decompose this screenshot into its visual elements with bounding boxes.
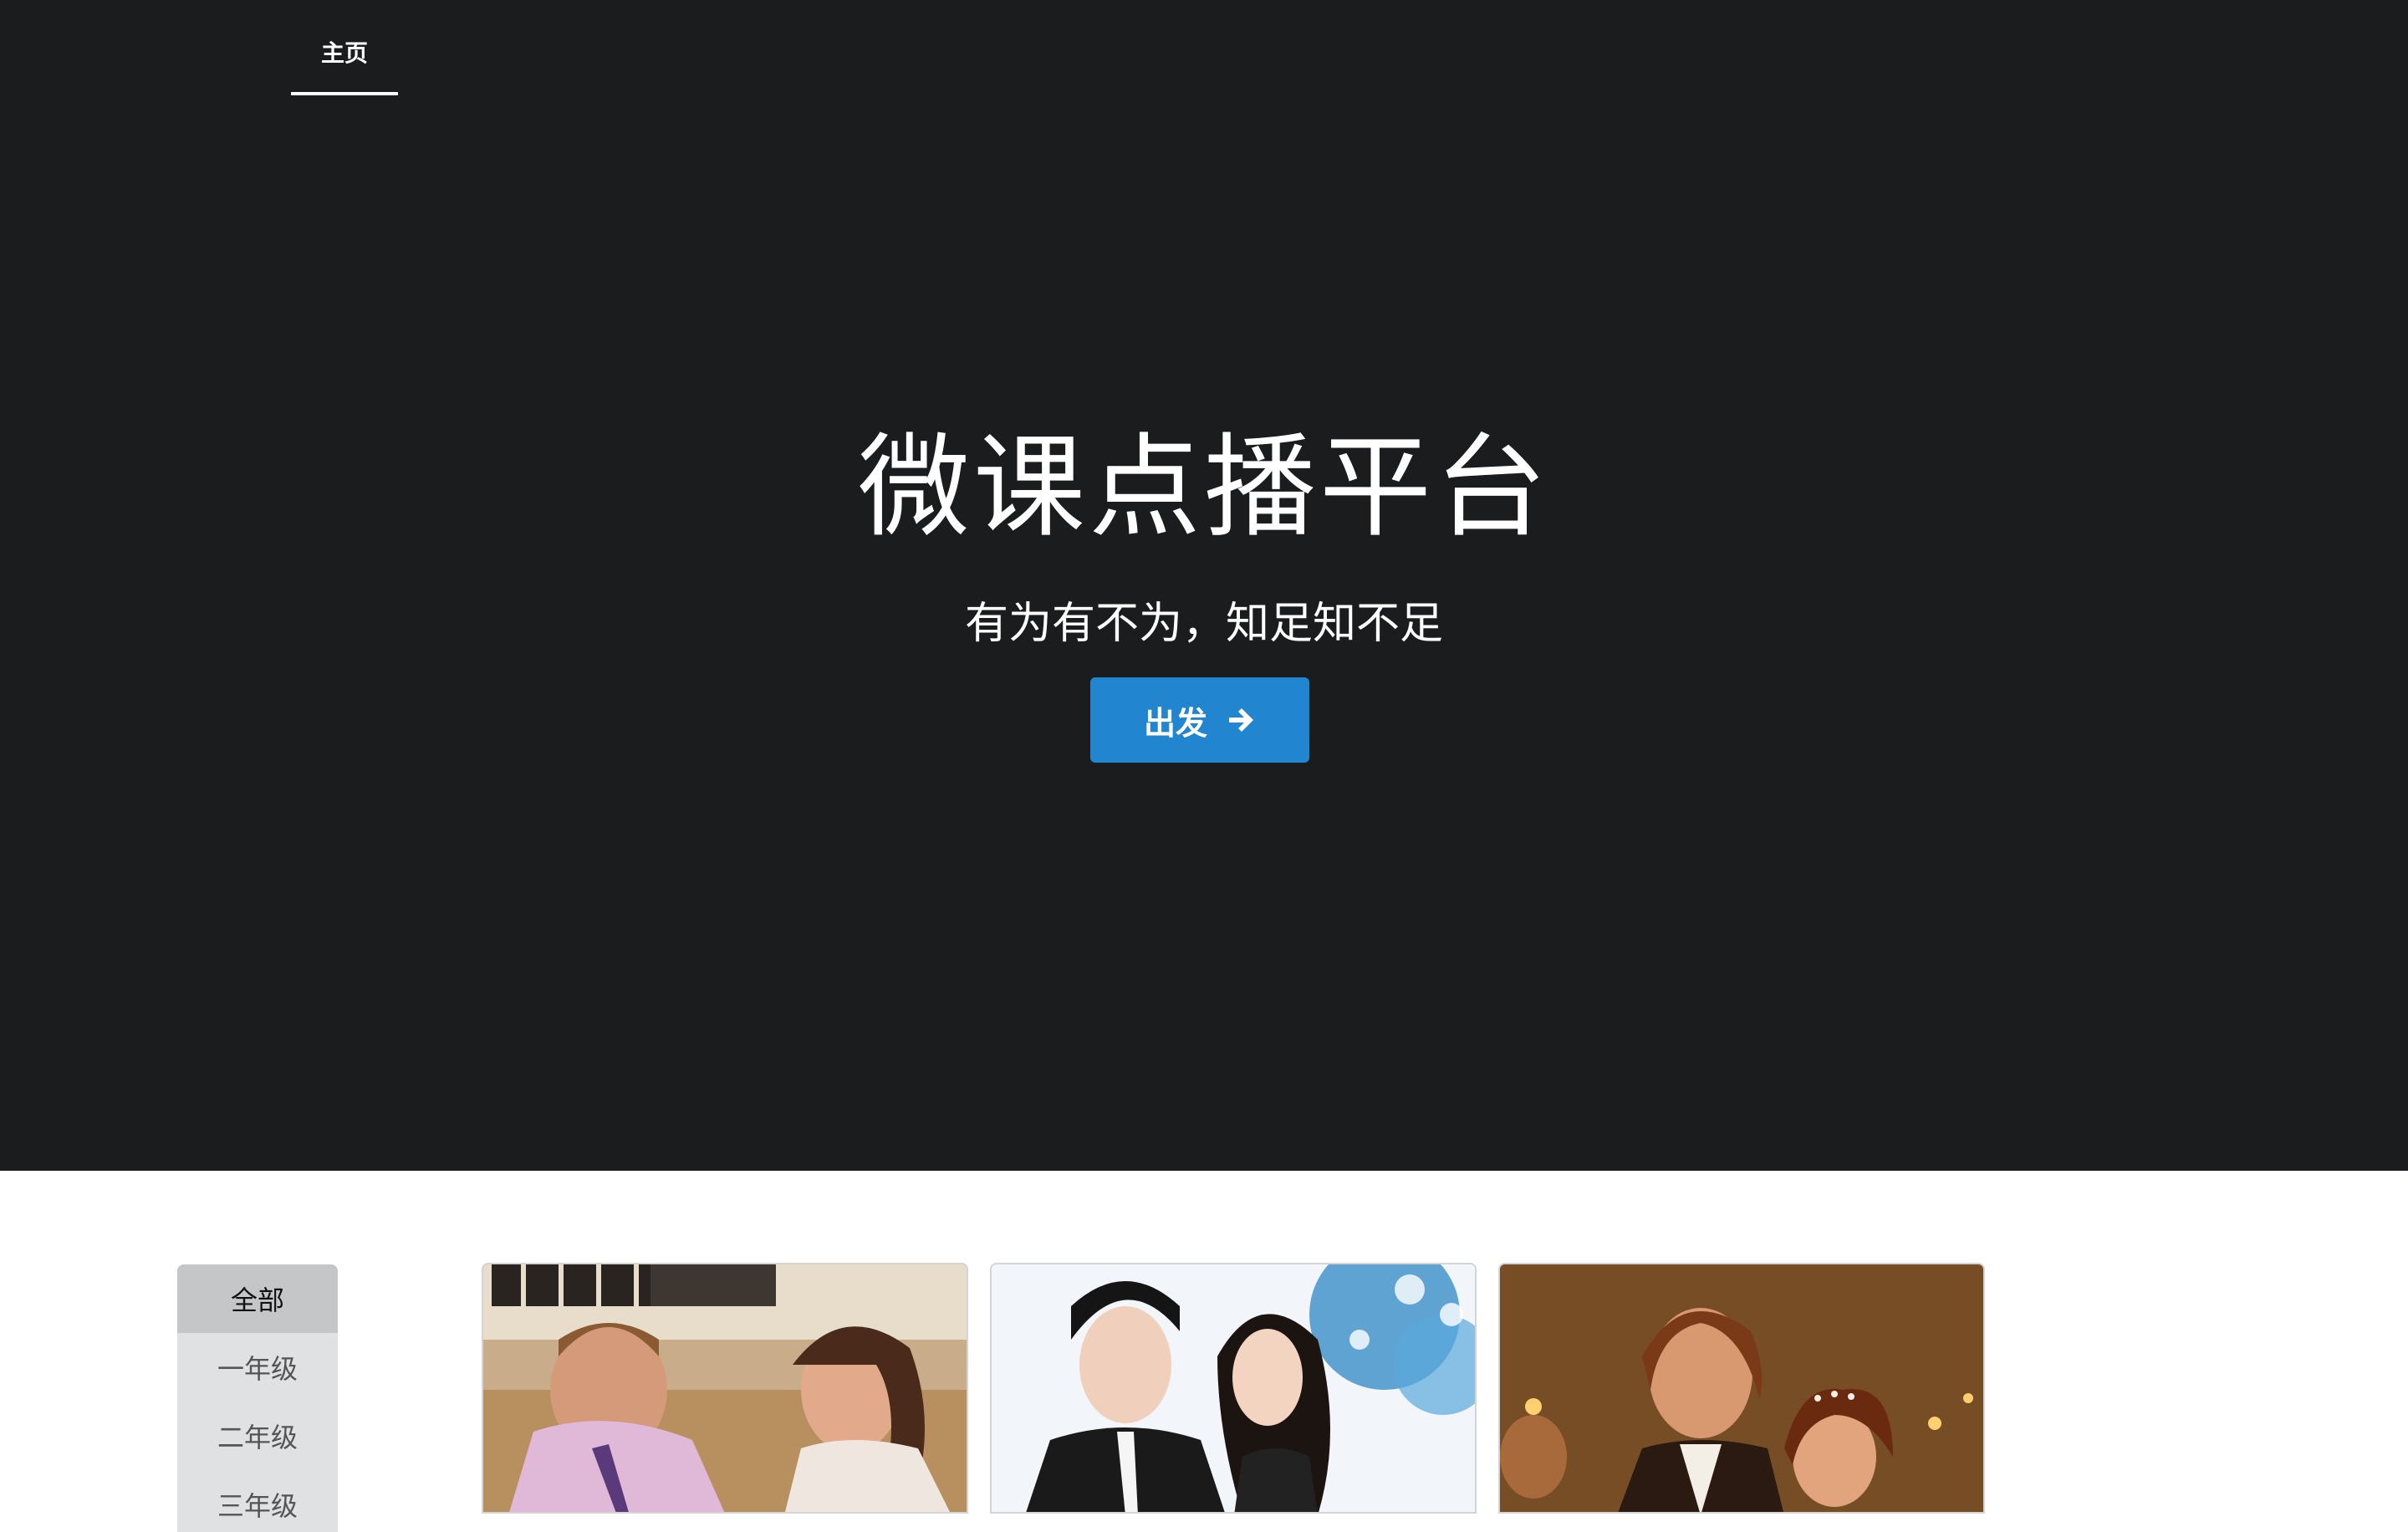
arrow-right-icon [1226,705,1256,735]
grade-filter-grade-1[interactable]: 一年级 [177,1333,338,1402]
grade-filter-label: 一年级 [217,1353,298,1385]
grade-filter-all[interactable]: 全部 [177,1264,338,1333]
grade-filter-label: 三年级 [217,1490,298,1522]
grade-filter-label: 全部 [230,1284,284,1316]
course-thumbnail-2 [992,1264,1475,1512]
nav-tab-home-label: 主页 [320,39,368,67]
grade-filter-label: 二年级 [217,1422,298,1453]
grade-filter-grade-2[interactable]: 二年级 [177,1402,338,1470]
course-thumbnail-1 [483,1264,967,1512]
go-button-label: 出发 [1143,704,1207,742]
go-button[interactable]: 出发 [1090,677,1309,763]
grade-filter-menu: 全部 一年级 二年级 三年级 [177,1264,338,1532]
grade-filter-grade-3[interactable]: 三年级 [177,1470,338,1532]
hero-section: 主页 微课点播平台 有为有不为，知足知不足 出发 [0,0,2408,1171]
course-card[interactable] [1498,1263,1985,1514]
hero-subtitle: 有为有不为，知足知不足 [964,599,1443,649]
course-thumbnail-3 [1500,1264,1983,1512]
nav-tab-home[interactable]: 主页 [291,0,398,95]
hero-title: 微课点播平台 [857,422,1550,553]
course-card[interactable] [482,1263,968,1514]
course-card[interactable] [990,1263,1477,1514]
